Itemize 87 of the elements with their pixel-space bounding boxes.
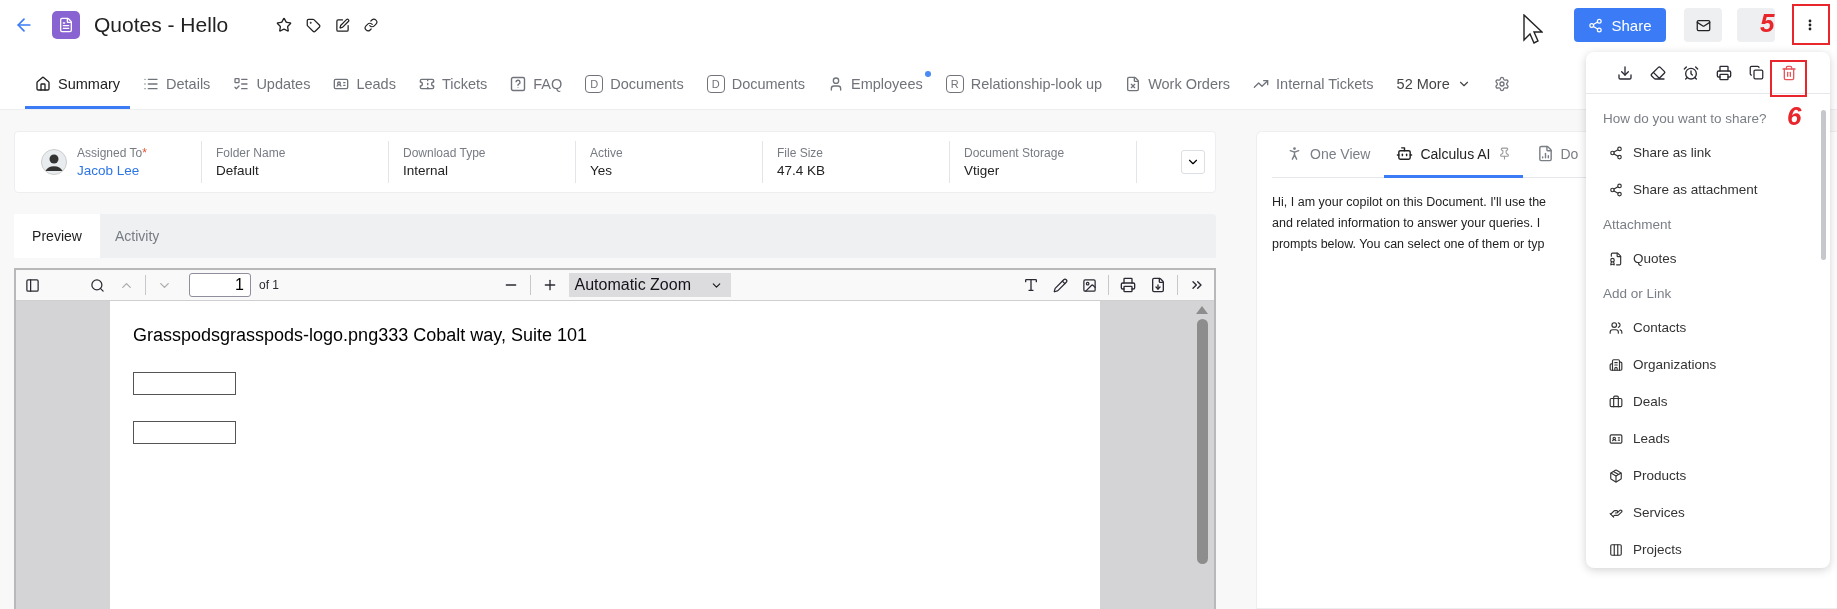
message-line: and related information to answer your queries. I — [1272, 215, 1541, 232]
tab[interactable]: Details — [133, 61, 221, 109]
letter-icon: D — [585, 74, 604, 93]
columns-icon — [1609, 542, 1623, 557]
scrollbar[interactable] — [1196, 319, 1208, 564]
tab[interactable]: D Documents — [575, 61, 694, 109]
field-label: Download Type — [403, 146, 486, 160]
letter-icon: R — [945, 74, 964, 93]
share-icon — [1588, 17, 1604, 33]
avatar — [41, 149, 67, 175]
menu-heading: Attachment — [1603, 215, 1672, 234]
menu-item[interactable]: Contacts — [1603, 309, 1830, 346]
scrollbar[interactable] — [1821, 110, 1826, 260]
field-value: 47.4 KB — [777, 163, 826, 178]
mail-button[interactable] — [1684, 8, 1722, 42]
tab[interactable]: Calculus AI — [1384, 132, 1523, 178]
share-icon — [1609, 182, 1623, 197]
step-number: 6 — [1787, 103, 1802, 129]
document-icon — [1125, 75, 1142, 92]
message-line: Hi, I am your copilot on this Document. I'll use the — [1272, 194, 1547, 211]
field-value: Yes — [590, 163, 614, 178]
tab[interactable]: Tickets — [408, 61, 498, 109]
tab[interactable]: Preview — [14, 214, 100, 258]
checklist-icon — [233, 75, 250, 92]
tab[interactable]: FAQ — [500, 61, 573, 109]
tab[interactable]: D Documents — [696, 61, 815, 109]
tab[interactable]: Internal Tickets — [1243, 61, 1384, 109]
letter-icon: D — [706, 74, 725, 93]
expand-button[interactable] — [1181, 150, 1205, 174]
tab[interactable]: Updates — [223, 61, 321, 109]
user-link[interactable]: Jacob Lee — [77, 163, 147, 178]
menu-item[interactable]: Share as link — [1603, 134, 1830, 171]
tab[interactable]: One View — [1274, 132, 1383, 178]
id-card-icon — [1609, 431, 1623, 446]
step-number: 5 — [1760, 10, 1775, 36]
pdf-text: Grasspodsgrasspods-logo.png333 Cobalt way, Suite 101 — [133, 325, 588, 346]
chart-document-icon — [1536, 145, 1554, 162]
menu-item[interactable]: Products — [1603, 457, 1830, 494]
field-label: File Size — [777, 146, 824, 160]
zoom-select[interactable]: Automatic Zoom — [568, 273, 731, 297]
field-label: Folder Name — [216, 146, 286, 160]
building-icon — [1609, 357, 1623, 372]
document-icon — [1609, 251, 1623, 266]
document-icon — [52, 11, 80, 39]
pin-icon[interactable] — [1497, 147, 1511, 160]
tab[interactable]: R Relationship-look up — [935, 61, 1113, 109]
user-icon — [828, 75, 844, 92]
menu-item[interactable]: Quotes — [1603, 240, 1830, 277]
link-icon[interactable] — [362, 16, 381, 34]
briefcase-icon — [1609, 394, 1623, 409]
field-label: Document Storage — [964, 146, 1065, 160]
field-value: Vtiger — [964, 163, 1001, 178]
bot-icon — [1396, 145, 1414, 162]
more-icon — [1808, 19, 1812, 31]
field-label: Assigned To* — [77, 146, 147, 160]
settings-icon[interactable] — [1493, 75, 1510, 92]
menu-item[interactable]: Deals — [1603, 383, 1830, 420]
message-line: prompts below. You can select one of them or typ — [1272, 236, 1545, 253]
record-title: Quotes - Hello — [94, 13, 229, 37]
menu-item[interactable]: Projects — [1603, 531, 1830, 568]
menu-item[interactable]: Leads — [1603, 420, 1830, 457]
menu-heading: How do you want to share? — [1603, 109, 1767, 128]
share-icon — [1609, 145, 1623, 160]
menu-item[interactable]: Organizations — [1603, 346, 1830, 383]
menu-heading: Add or Link — [1603, 284, 1672, 303]
mail-icon — [1695, 17, 1711, 33]
contacts-icon — [1609, 320, 1623, 335]
more-tabs-dropdown[interactable]: 52 More — [1386, 61, 1481, 109]
field-value: Default — [216, 163, 260, 178]
highlight-frame — [1770, 60, 1807, 97]
menu-item[interactable]: Share as attachment — [1603, 171, 1830, 208]
field-value: Internal — [403, 163, 450, 178]
tab[interactable]: Leads — [323, 61, 406, 109]
tab[interactable]: Do — [1524, 132, 1579, 178]
cursor-icon — [1523, 14, 1543, 45]
tab[interactable]: Work Orders — [1115, 61, 1241, 109]
menu-item[interactable]: Services — [1603, 494, 1830, 531]
page-number-field[interactable]: 1 — [189, 273, 251, 297]
page-count: of 1 — [259, 278, 279, 292]
home-icon — [35, 75, 51, 92]
box-icon — [1609, 468, 1623, 483]
highlight-frame — [1792, 4, 1830, 45]
help-icon — [510, 75, 527, 92]
field-label: Active — [590, 146, 623, 160]
share-button[interactable]: Share — [1574, 8, 1666, 42]
tab[interactable]: Employees — [818, 61, 933, 109]
tab[interactable]: Activity — [100, 214, 175, 258]
